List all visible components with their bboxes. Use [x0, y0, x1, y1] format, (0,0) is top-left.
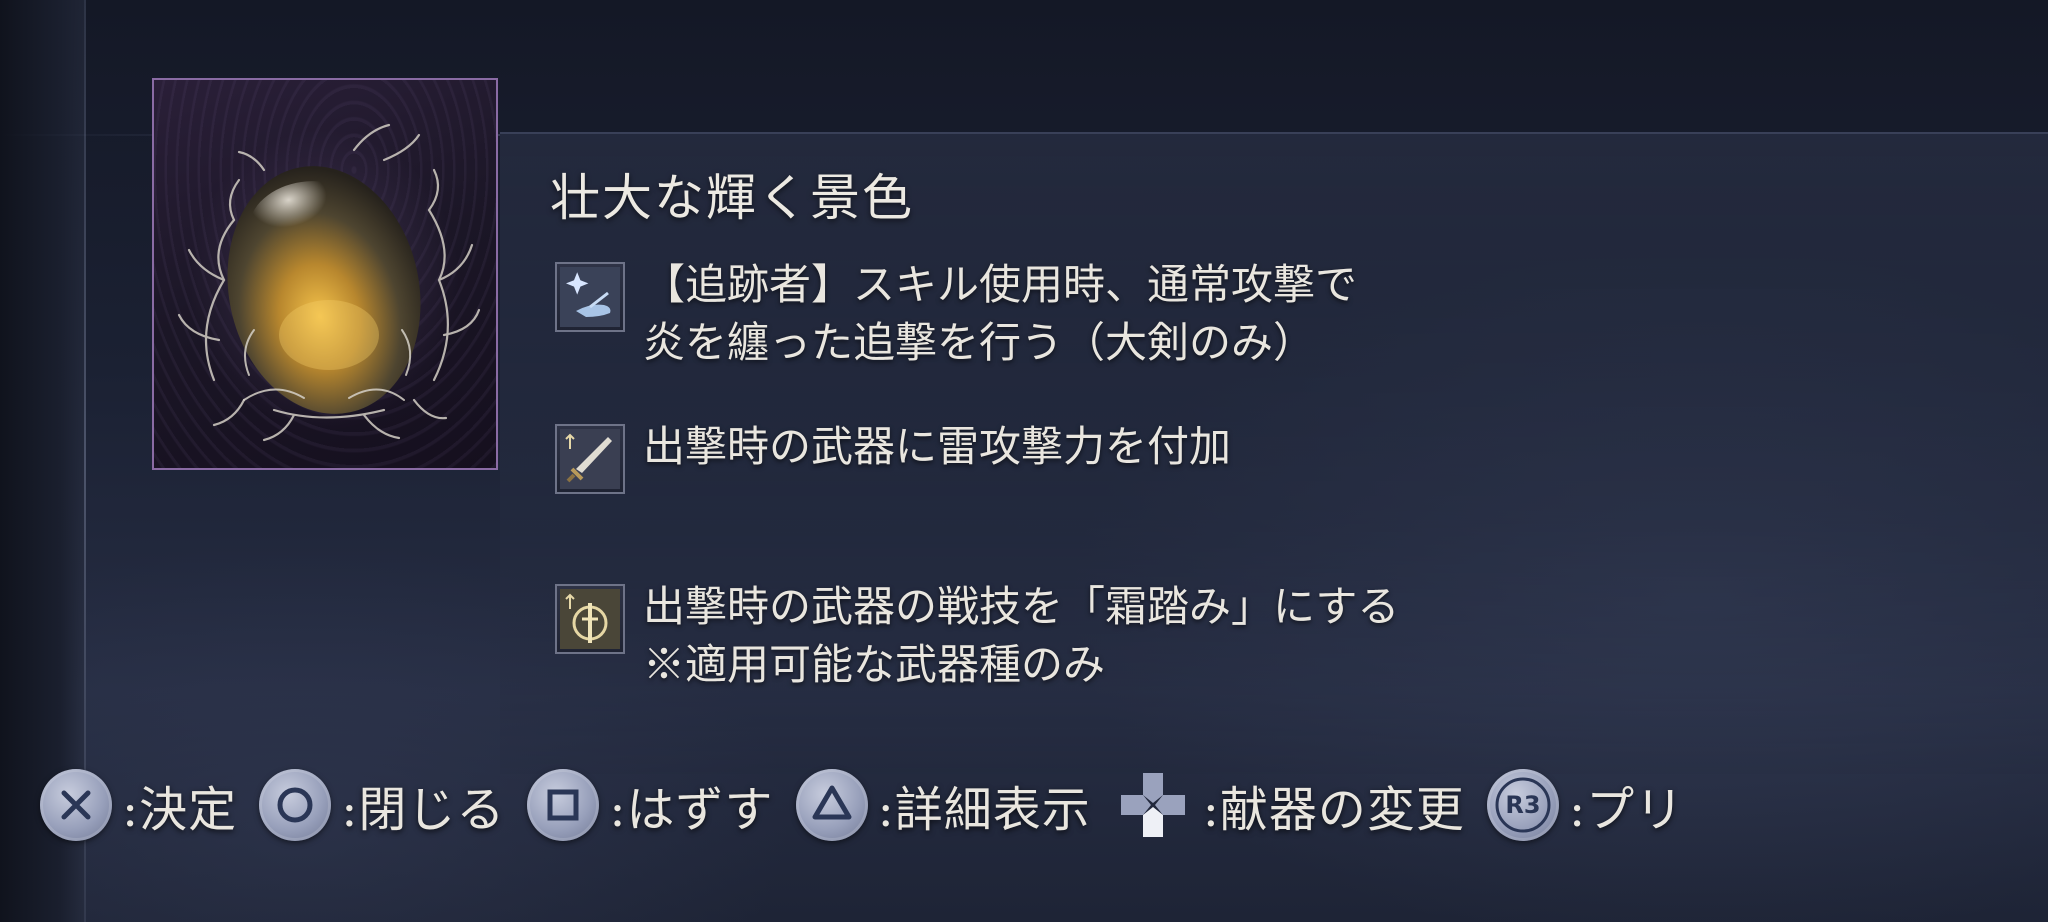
triangle-button-icon[interactable]	[795, 769, 868, 841]
effect-line: 出撃時の武器に雷攻撃力を付加	[643, 422, 1232, 471]
item-icon-frame	[152, 78, 498, 470]
tracker-skill-icon	[555, 262, 625, 332]
confirm-label: :決定	[122, 782, 238, 838]
cross-button-icon[interactable]	[40, 769, 112, 841]
r3-button-icon[interactable]: R3	[1486, 769, 1559, 841]
remove-label: :はずす	[609, 782, 774, 838]
close-prompt[interactable]: :閉じる	[259, 769, 505, 841]
effect-row: 出撃時の武器に雷攻撃力を付加	[555, 422, 1231, 494]
effect-row: 【追跡者】スキル使用時、通常攻撃で 炎を纏った追撃を行う（大剣のみ）	[555, 260, 1357, 372]
weapon-skill-icon	[555, 584, 625, 654]
change-relic-prompt[interactable]: :献器の変更	[1113, 765, 1465, 845]
effect-line: 炎を纏った追撃を行う（大剣のみ）	[643, 318, 1316, 367]
preset-label: :プリ	[1568, 782, 1685, 838]
preset-prompt[interactable]: R3 :プリ	[1486, 769, 1685, 841]
effect-description: 出撃時の武器の戦技を「霜踏み」にする ※適用可能な武器種のみ	[643, 578, 1399, 694]
remove-prompt[interactable]: :はずす	[527, 769, 773, 841]
glowing-egg-relic-icon	[177, 123, 481, 442]
details-label: :詳細表示	[877, 782, 1091, 838]
effect-row: 出撃時の武器の戦技を「霜踏み」にする ※適用可能な武器種のみ	[555, 582, 1399, 694]
item-name: 壮大な輝く景色	[550, 169, 914, 227]
weapon-sword-icon	[555, 424, 625, 494]
effect-line: ※適用可能な武器種のみ	[643, 640, 1106, 689]
confirm-prompt[interactable]: :決定	[40, 769, 237, 841]
dpad-icon[interactable]	[1113, 765, 1193, 845]
close-label: :閉じる	[341, 782, 506, 838]
circle-button-icon[interactable]	[259, 769, 332, 841]
details-prompt[interactable]: :詳細表示	[795, 769, 1091, 841]
change-relic-label: :献器の変更	[1202, 782, 1465, 838]
effect-line: 出撃時の武器の戦技を「霜踏み」にする	[643, 582, 1400, 631]
effect-description: 出撃時の武器に雷攻撃力を付加	[643, 418, 1231, 476]
square-button-icon[interactable]	[527, 769, 600, 841]
button-prompt-bar: :決定 :閉じる :はずす :詳細表示:献器の変更 R3:プリ	[40, 762, 1706, 848]
effect-description: 【追跡者】スキル使用時、通常攻撃で 炎を纏った追撃を行う（大剣のみ）	[643, 256, 1357, 372]
r3-text: R3	[1505, 791, 1541, 819]
effect-line: 【追跡者】スキル使用時、通常攻撃で	[643, 260, 1358, 309]
